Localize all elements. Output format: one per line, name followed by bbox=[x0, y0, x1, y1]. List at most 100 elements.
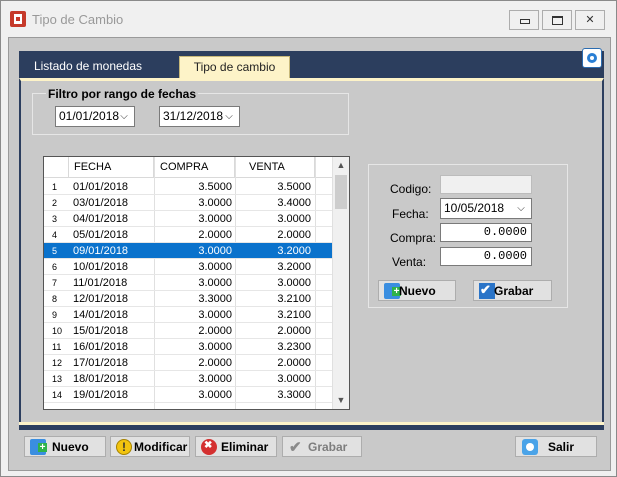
scroll-thumb[interactable] bbox=[335, 175, 347, 209]
cell-compra: 3.0000 bbox=[198, 261, 232, 273]
table-row[interactable]: 11 16/01/2018 3.0000 3.2300 bbox=[44, 339, 332, 355]
cell-compra: 3.0000 bbox=[198, 213, 232, 225]
cell-compra: 3.0000 bbox=[198, 341, 232, 353]
table-row[interactable]: 12 17/01/2018 2.0000 2.0000 bbox=[44, 355, 332, 371]
cell-fecha: 15/01/2018 bbox=[73, 325, 129, 337]
row-number: 11 bbox=[52, 342, 62, 352]
codigo-field[interactable] bbox=[440, 175, 532, 194]
table-row[interactable]: 5 09/01/2018 3.0000 3.2000 bbox=[44, 243, 332, 259]
cell-venta: 3.2100 bbox=[277, 293, 311, 305]
row-number: 4 bbox=[52, 230, 58, 240]
cell-fecha: 04/01/2018 bbox=[73, 213, 129, 225]
compra-field[interactable]: 0.0000 bbox=[440, 223, 532, 242]
cell-venta: 3.4000 bbox=[277, 197, 311, 209]
row-number: 10 bbox=[52, 326, 63, 336]
filter-to-date[interactable]: 31/12/2018 ⌵ bbox=[159, 106, 240, 127]
cell-venta: 3.0000 bbox=[277, 373, 311, 385]
cell-compra: 3.5000 bbox=[198, 181, 232, 193]
row-number: 9 bbox=[52, 310, 58, 320]
exchange-rate-grid[interactable]: FECHA COMPRA VENTA 1 01/01/2018 3.5000 3.50… bbox=[43, 156, 350, 410]
minimize-button[interactable] bbox=[509, 10, 539, 30]
cell-venta: 3.2000 bbox=[277, 245, 311, 257]
column-header-venta[interactable]: VENTA bbox=[235, 157, 315, 178]
nuevo-button[interactable]: Nuevo bbox=[24, 436, 106, 457]
maximize-button[interactable] bbox=[542, 10, 572, 30]
cell-compra: 3.0000 bbox=[198, 277, 232, 289]
scroll-down-icon[interactable]: ▼ bbox=[333, 392, 349, 409]
salir-button[interactable]: Salir bbox=[515, 436, 597, 457]
checkmark-icon bbox=[288, 438, 304, 456]
row-number: 12 bbox=[52, 358, 63, 368]
filter-to-value: 31/12/2018 bbox=[163, 109, 224, 123]
fecha-date-picker[interactable]: 10/05/2018 ⌵ bbox=[440, 198, 532, 219]
checkmark-icon bbox=[479, 282, 495, 299]
form-grabar-button[interactable]: Grabar bbox=[473, 280, 552, 301]
filter-from-date[interactable]: 01/01/2018 ⌵ bbox=[55, 106, 135, 127]
minimize-icon bbox=[520, 19, 530, 24]
exit-icon bbox=[522, 439, 538, 455]
table-row[interactable]: 7 11/01/2018 3.0000 3.0000 bbox=[44, 275, 332, 291]
row-number: 2 bbox=[52, 198, 58, 208]
cell-fecha: 12/01/2018 bbox=[73, 293, 129, 305]
salir-button-label: Salir bbox=[548, 440, 575, 454]
venta-field[interactable]: 0.0000 bbox=[440, 247, 532, 266]
chevron-down-icon[interactable]: ⌵ bbox=[515, 199, 527, 218]
cell-fecha: 19/01/2018 bbox=[73, 389, 129, 401]
row-number: 1 bbox=[52, 182, 58, 192]
main-window: Tipo de Cambio ✕ Listado de monedas Tipo… bbox=[0, 0, 617, 477]
scroll-up-icon[interactable]: ▲ bbox=[333, 157, 349, 174]
cell-compra: 3.0000 bbox=[198, 309, 232, 321]
modificar-button[interactable]: Modificar bbox=[110, 436, 190, 457]
nuevo-button-label: Nuevo bbox=[52, 440, 89, 454]
column-header-fecha[interactable]: FECHA bbox=[69, 157, 154, 178]
cell-venta: 3.0000 bbox=[277, 213, 311, 225]
cell-compra: 2.0000 bbox=[198, 325, 232, 337]
cell-venta: 2.0000 bbox=[277, 325, 311, 337]
form-nuevo-button[interactable]: Nuevo bbox=[378, 280, 456, 301]
row-number: 5 bbox=[52, 246, 58, 256]
chevron-down-icon[interactable]: ⌵ bbox=[223, 107, 235, 126]
cell-venta: 2.0000 bbox=[277, 357, 311, 369]
cell-fecha: 01/01/2018 bbox=[73, 181, 129, 193]
close-icon: ✕ bbox=[585, 14, 595, 26]
title-bar[interactable]: Tipo de Cambio ✕ bbox=[1, 1, 616, 37]
grid-vertical-scrollbar[interactable]: ▲ ▼ bbox=[332, 157, 349, 409]
cell-compra: 3.0000 bbox=[198, 197, 232, 209]
close-button[interactable]: ✕ bbox=[575, 10, 605, 30]
table-row[interactable]: 1 01/01/2018 3.5000 3.5000 bbox=[44, 179, 332, 195]
new-record-icon bbox=[30, 439, 47, 455]
tab-panel-bottom bbox=[19, 422, 604, 430]
table-row[interactable]: 14 19/01/2018 3.0000 3.3000 bbox=[44, 387, 332, 403]
table-row[interactable]: 3 04/01/2018 3.0000 3.0000 bbox=[44, 211, 332, 227]
cell-fecha: 16/01/2018 bbox=[73, 341, 129, 353]
chevron-down-icon[interactable]: ⌵ bbox=[118, 107, 130, 126]
row-number: 6 bbox=[52, 262, 58, 272]
table-row[interactable]: 2 03/01/2018 3.0000 3.4000 bbox=[44, 195, 332, 211]
warning-edit-icon bbox=[116, 439, 132, 455]
eliminar-button[interactable]: Eliminar bbox=[195, 436, 277, 457]
cell-fecha: 14/01/2018 bbox=[73, 309, 129, 321]
date-filter-label: Filtro por rango de fechas bbox=[46, 87, 199, 101]
table-row[interactable]: 8 12/01/2018 3.3000 3.2100 bbox=[44, 291, 332, 307]
cell-venta: 2.0000 bbox=[277, 229, 311, 241]
grabar-toolbar-label: Grabar bbox=[308, 440, 348, 454]
cell-fecha: 17/01/2018 bbox=[73, 357, 129, 369]
form-grabar-label: Grabar bbox=[494, 284, 534, 298]
venta-label: Venta: bbox=[392, 255, 427, 269]
modificar-button-label: Modificar bbox=[134, 440, 188, 454]
table-row[interactable]: 9 14/01/2018 3.0000 3.2100 bbox=[44, 307, 332, 323]
eliminar-button-label: Eliminar bbox=[221, 440, 269, 454]
grabar-toolbar-button[interactable]: Grabar bbox=[282, 436, 362, 457]
tab-tipo-de-cambio[interactable]: Tipo de cambio bbox=[179, 56, 290, 78]
row-number: 14 bbox=[52, 390, 63, 400]
cell-venta: 3.2300 bbox=[277, 341, 311, 353]
tab-listado-de-monedas[interactable]: Listado de monedas bbox=[29, 56, 147, 78]
table-row[interactable]: 6 10/01/2018 3.0000 3.2000 bbox=[44, 259, 332, 275]
row-number: 3 bbox=[52, 214, 58, 224]
table-row[interactable]: 4 05/01/2018 2.0000 2.0000 bbox=[44, 227, 332, 243]
table-row[interactable]: 13 18/01/2018 3.0000 3.0000 bbox=[44, 371, 332, 387]
column-header-compra[interactable]: COMPRA bbox=[154, 157, 235, 178]
compra-label: Compra: bbox=[390, 231, 437, 245]
table-row[interactable]: 10 15/01/2018 2.0000 2.0000 bbox=[44, 323, 332, 339]
gear-icon[interactable] bbox=[582, 48, 602, 68]
